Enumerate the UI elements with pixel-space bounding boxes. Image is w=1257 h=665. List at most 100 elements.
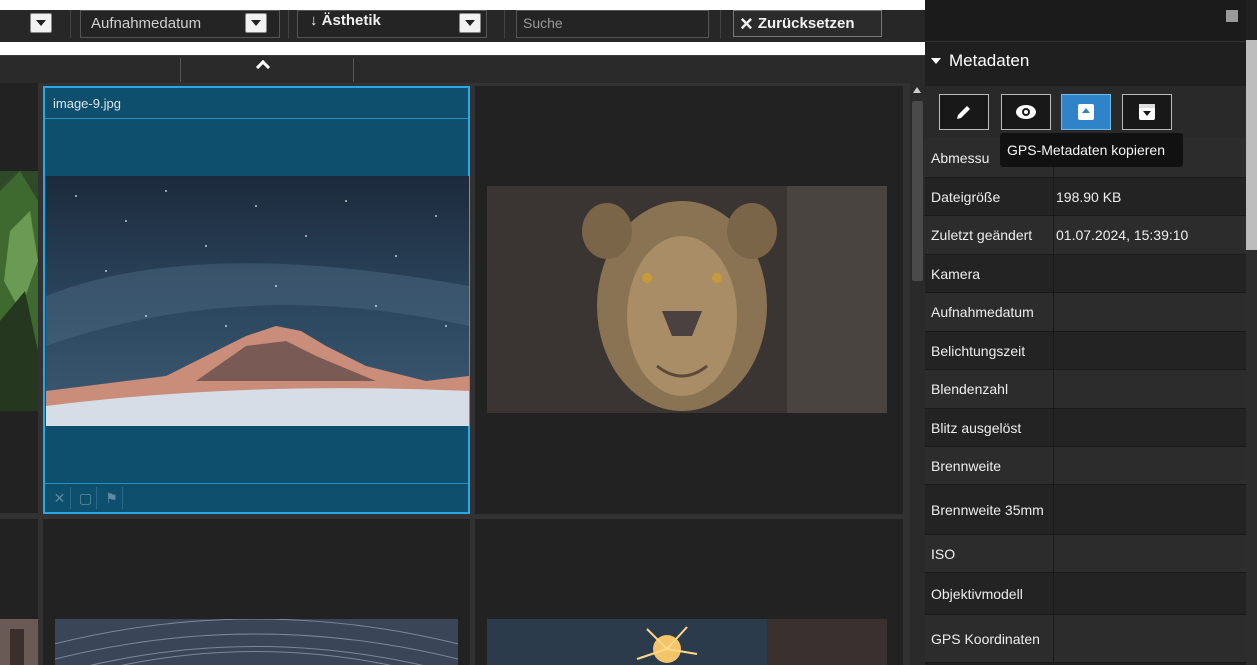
metadata-key: GPS Koordinaten xyxy=(931,630,1040,647)
thumbnail xyxy=(0,619,38,665)
metadata-value xyxy=(1053,573,1246,614)
edit-button[interactable] xyxy=(939,94,989,130)
divider xyxy=(70,10,71,38)
forest-thumbnail xyxy=(0,171,38,411)
flag-icon[interactable]: ⚑ xyxy=(101,487,123,509)
divider xyxy=(720,10,721,38)
metadata-row: Brennweite xyxy=(925,447,1246,485)
metadata-row: GPS Koordinaten xyxy=(925,615,1246,663)
scrollbar-thumb[interactable] xyxy=(1246,40,1257,250)
image-grid: image-9.jpg ✕ ▢ ⚑ xyxy=(0,83,910,665)
unpin-icon[interactable]: ✕ xyxy=(49,487,71,509)
reset-label: Zurücksetzen xyxy=(757,15,855,32)
metadata-key: ISO xyxy=(931,545,956,562)
metadata-key: Blendenzahl xyxy=(931,381,1009,397)
scroll-up-icon[interactable] xyxy=(913,87,921,93)
star-trails-thumbnail xyxy=(55,619,458,665)
sort-order-label: ↓ Ästhetik xyxy=(310,12,381,29)
sort-field-dropdown-button[interactable] xyxy=(245,13,267,33)
star-trails-image xyxy=(55,619,458,665)
thumbnail-actions: ✕ ▢ ⚑ xyxy=(49,487,123,509)
metadata-row: Aufnahmedatum xyxy=(925,293,1246,332)
filter-toolbar: Aufnahmedatum ↓ Ästhetik Suche × Zurücks… xyxy=(0,10,925,42)
gps-paste-icon xyxy=(1139,104,1155,120)
panel-scrollbar[interactable] xyxy=(1246,40,1257,665)
metadata-table: Abmessu Dateigröße 198.90 KB Zuletzt geä… xyxy=(925,138,1246,663)
grid-scrollbar[interactable] xyxy=(910,83,925,665)
sparkler-thumbnail xyxy=(487,619,887,665)
collapse-icon[interactable] xyxy=(1226,10,1238,22)
metadata-row: Belichtungszeit xyxy=(925,332,1246,370)
metadata-row: Kamera xyxy=(925,255,1246,293)
metadata-value xyxy=(1053,293,1246,331)
partial-image xyxy=(0,619,38,665)
metadata-value xyxy=(1053,409,1246,446)
metadata-key: Brennweite xyxy=(931,457,1002,474)
metadata-row: Blitz ausgelöst xyxy=(925,409,1246,447)
panel-header xyxy=(925,0,1246,42)
metadata-row: Dateigröße 198.90 KB xyxy=(925,178,1246,216)
thumbnail-cell-selected[interactable]: image-9.jpg ✕ ▢ ⚑ xyxy=(43,86,470,514)
caret-down-icon xyxy=(931,58,941,64)
divider xyxy=(504,10,505,38)
thumbnail-cell[interactable] xyxy=(0,83,38,513)
pencil-icon xyxy=(957,106,970,119)
metadata-toolbar xyxy=(925,86,1246,138)
thumbnail-cell[interactable] xyxy=(43,519,470,665)
mountain-night-image xyxy=(46,176,469,426)
metadata-key: Aufnahmedatum xyxy=(931,304,1034,320)
grid-header-bar xyxy=(0,55,925,83)
metadata-value xyxy=(1053,332,1246,369)
metadata-value: 198.90 KB xyxy=(1053,178,1246,215)
divider xyxy=(288,10,289,38)
search-placeholder: Suche xyxy=(523,15,563,31)
sort-order-dropdown-button[interactable] xyxy=(459,13,481,33)
divider xyxy=(45,118,468,119)
metadata-section-header[interactable]: Metadaten xyxy=(925,45,1246,77)
metadata-panel: Metadaten Abmessu Dateigröße 198.90 KB Z… xyxy=(925,0,1257,665)
metadata-value: 01.07.2024, 15:39:10 xyxy=(1053,216,1246,254)
thumbnail-cell[interactable] xyxy=(0,519,38,665)
divider xyxy=(353,58,354,82)
copy-gps-button[interactable] xyxy=(1061,94,1111,130)
section-title: Metadaten xyxy=(949,51,1030,70)
metadata-value xyxy=(1053,447,1246,484)
gps-copy-icon xyxy=(1078,104,1094,120)
metadata-row: Blendenzahl xyxy=(925,370,1246,409)
sort-field-label: Aufnahmedatum xyxy=(91,15,202,32)
chevron-down-icon xyxy=(465,20,475,26)
divider xyxy=(45,483,468,484)
metadata-key: Objektivmodell xyxy=(931,585,1023,602)
divider xyxy=(180,58,181,82)
metadata-key: Kamera xyxy=(931,265,981,282)
tooltip: GPS-Metadaten kopieren xyxy=(1000,133,1183,167)
night-sky-thumbnail xyxy=(46,176,469,426)
rating-icon[interactable]: ▢ xyxy=(75,487,97,509)
metadata-row: Brennweite 35mm xyxy=(925,485,1246,535)
paste-gps-button[interactable] xyxy=(1122,94,1172,130)
lion-thumbnail xyxy=(487,186,887,413)
metadata-value xyxy=(1053,485,1246,534)
metadata-value xyxy=(1053,615,1246,662)
chevron-up-icon[interactable] xyxy=(255,59,271,75)
eye-icon xyxy=(1016,105,1036,119)
view-button[interactable] xyxy=(1001,94,1051,130)
scrollbar-thumb[interactable] xyxy=(912,101,923,281)
thumbnail-cell[interactable] xyxy=(475,519,903,665)
metadata-row: Objektivmodell xyxy=(925,573,1246,615)
reset-button[interactable]: × Zurücksetzen xyxy=(733,10,882,37)
search-input[interactable]: Suche xyxy=(516,10,709,38)
arrow-down-icon: ↓ xyxy=(310,12,318,29)
metadata-key: Dateigröße xyxy=(931,188,1001,205)
metadata-key: Belichtungszeit xyxy=(931,342,1026,359)
view-dropdown-button[interactable] xyxy=(30,13,52,33)
forest-image xyxy=(0,171,38,411)
metadata-key: Brennweite 35mm xyxy=(931,501,1044,518)
metadata-value xyxy=(1053,535,1246,572)
metadata-value xyxy=(1053,370,1246,408)
thumbnail-cell[interactable] xyxy=(475,86,903,514)
metadata-key: Zuletzt geändert xyxy=(931,227,1033,243)
lioness-image xyxy=(487,186,887,413)
chevron-down-icon xyxy=(36,20,46,26)
metadata-value xyxy=(1053,255,1246,292)
